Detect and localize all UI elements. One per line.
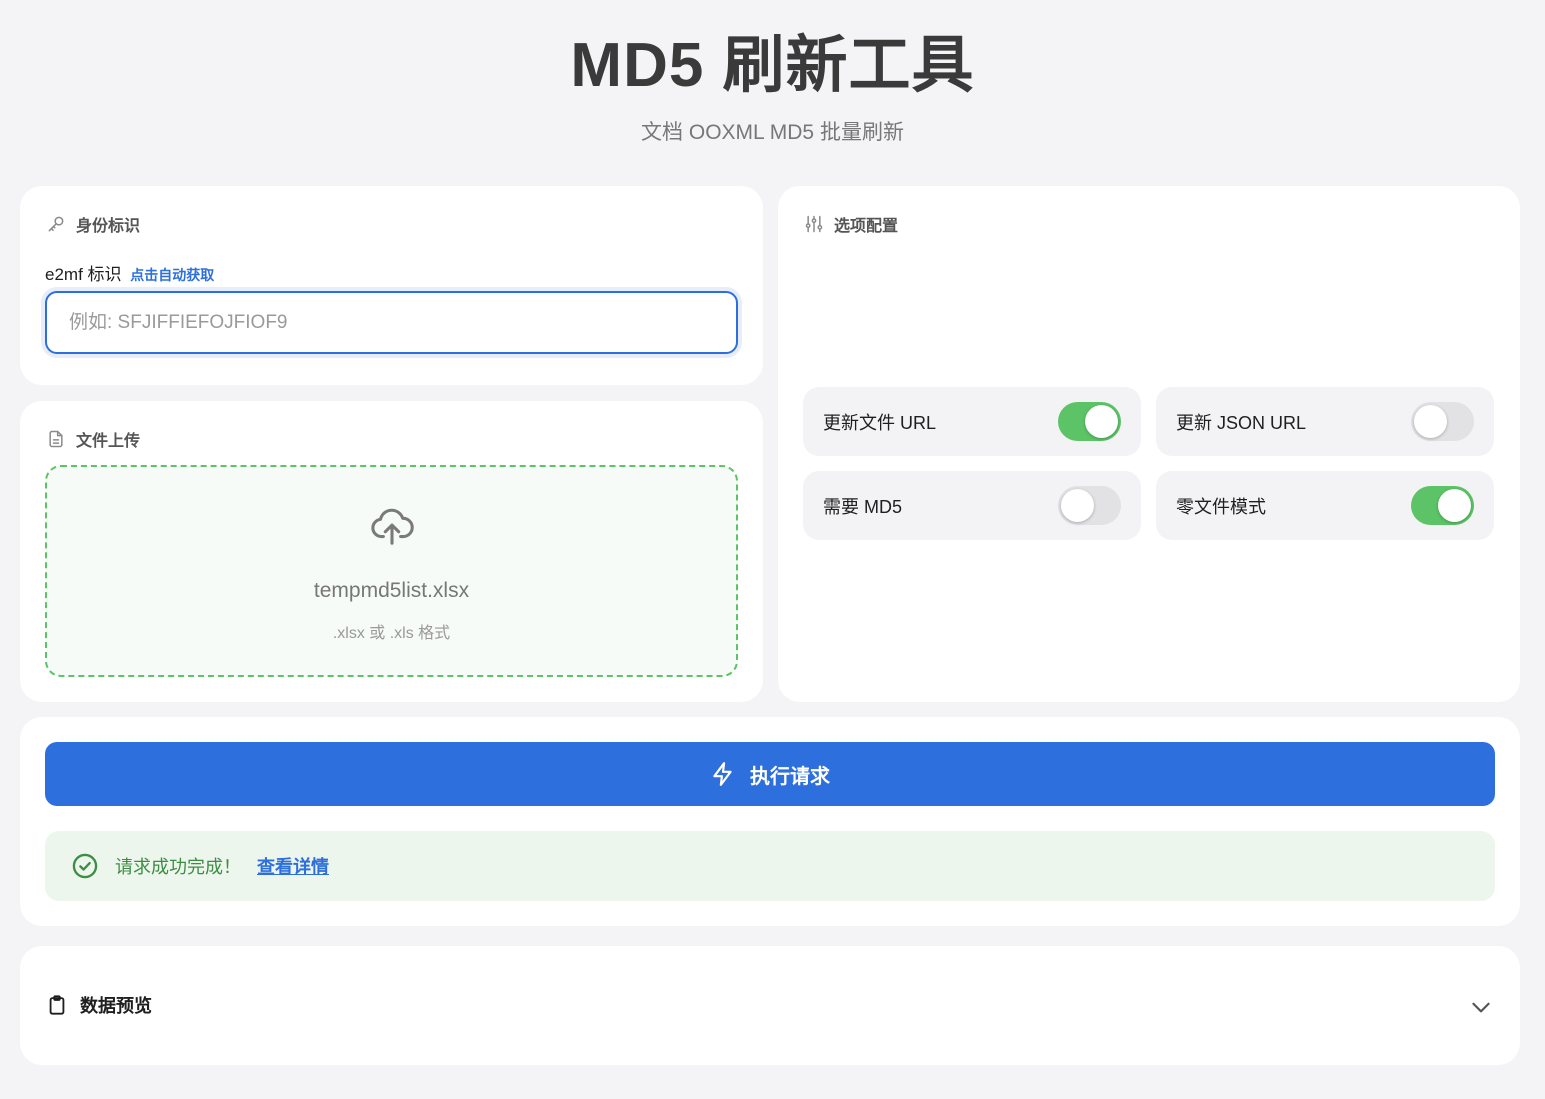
e2mf-label-text: e2mf 标识 (45, 265, 122, 284)
preview-title: 数据预览 (80, 996, 152, 1016)
toggle-zero-file-mode[interactable]: 零文件模式 (1156, 471, 1494, 540)
identity-section-header: 身份标识 (46, 212, 140, 236)
auto-fetch-link[interactable]: 点击自动获取 (130, 267, 214, 283)
lightning-icon (713, 762, 732, 786)
toggle-switch[interactable] (1411, 402, 1474, 441)
page-subtitle: 文档 OOXML MD5 批量刷新 (641, 121, 904, 144)
toggle-switch[interactable] (1058, 486, 1121, 525)
toggle-knob (1085, 405, 1118, 438)
toggle-knob (1414, 405, 1447, 438)
identity-section-title: 身份标识 (76, 218, 141, 235)
success-message: 请求成功完成！ (115, 857, 241, 877)
preview-card: 数据预览 (20, 946, 1520, 1065)
toggle-update-file-url[interactable]: 更新文件 URL (803, 387, 1141, 456)
execute-button-label: 执行请求 (750, 765, 830, 788)
toggle-switch[interactable] (1058, 402, 1121, 441)
upload-section-title: 文件上传 (76, 433, 141, 450)
toggle-label: 需要 MD5 (823, 496, 903, 517)
key-icon (48, 216, 64, 232)
options-card: 选项配置 更新文件 URL 更新 JSON URL 需要 MD5 零文件模式 (778, 186, 1520, 702)
toggle-need-md5[interactable]: 需要 MD5 (803, 471, 1141, 540)
toggle-label: 更新 JSON URL (1176, 412, 1307, 433)
identity-card: 身份标识 e2mf 标识 点击自动获取 (20, 186, 763, 385)
preview-header[interactable]: 数据预览 (46, 992, 152, 1018)
toggle-label: 零文件模式 (1176, 496, 1266, 517)
options-section-title: 选项配置 (834, 218, 899, 235)
toggle-knob (1061, 489, 1094, 522)
upload-section-header: 文件上传 (46, 427, 140, 451)
file-dropzone[interactable]: tempmd5list.xlsx .xlsx 或 .xls 格式 (45, 465, 738, 677)
options-section-header: 选项配置 (804, 212, 898, 236)
e2mf-input[interactable] (45, 291, 738, 354)
document-icon (49, 430, 63, 448)
e2mf-field-label: e2mf 标识 点击自动获取 (45, 260, 214, 285)
check-circle-icon (72, 853, 98, 879)
toggle-label: 更新文件 URL (823, 412, 937, 433)
file-format-hint: .xlsx 或 .xls 格式 (332, 625, 451, 642)
clipboard-icon (49, 995, 65, 1015)
success-banner: 请求成功完成！ 查看详情 (45, 831, 1495, 901)
toggle-switch[interactable] (1411, 486, 1474, 525)
selected-file-name: tempmd5list.xlsx (313, 579, 470, 602)
sliders-icon (805, 215, 823, 233)
page-title: MD5 刷新工具 (570, 31, 975, 100)
view-details-link[interactable]: 查看详情 (257, 853, 329, 879)
cloud-upload-icon (371, 508, 414, 545)
action-card: 执行请求 请求成功完成！ 查看详情 (20, 717, 1520, 926)
chevron-down-icon[interactable] (1468, 994, 1494, 1020)
toggle-update-json-url[interactable]: 更新 JSON URL (1156, 387, 1494, 456)
toggle-knob (1438, 489, 1471, 522)
execute-request-button[interactable]: 执行请求 (45, 742, 1495, 806)
upload-card: 文件上传 tempmd5list.xlsx .xlsx 或 .xls 格式 (20, 401, 763, 702)
